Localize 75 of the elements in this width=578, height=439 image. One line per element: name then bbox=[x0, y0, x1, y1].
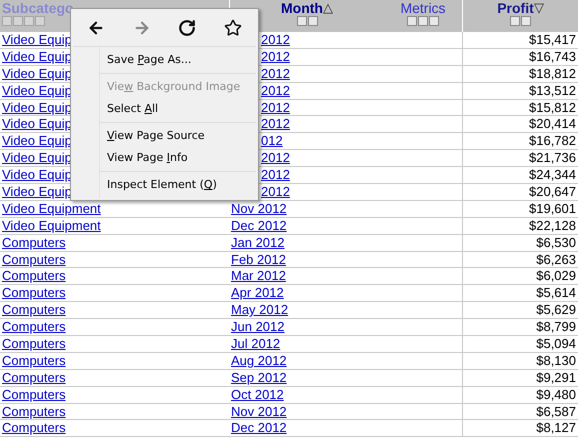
profit-value: $9,291 bbox=[536, 370, 576, 385]
profit-value: $6,263 bbox=[536, 252, 576, 267]
month-link[interactable]: Jun 2012 bbox=[231, 319, 284, 334]
profit-value: $20,414 bbox=[529, 116, 576, 132]
month-link[interactable]: Mar 2012 bbox=[231, 268, 286, 284]
sort-indicator[interactable]: ▽ bbox=[534, 0, 544, 16]
reload-icon[interactable] bbox=[178, 19, 196, 37]
profit-value: $16,743 bbox=[529, 48, 576, 64]
subcategory-link[interactable]: Computers bbox=[2, 370, 66, 385]
profit-value: $24,344 bbox=[529, 167, 576, 182]
month-link[interactable]: Dec 2012 bbox=[231, 420, 287, 436]
profit-value: $5,614 bbox=[536, 285, 576, 300]
month-link[interactable]: 2012 bbox=[261, 184, 290, 200]
month-link[interactable]: Nov 2012 bbox=[231, 404, 287, 419]
month-link[interactable]: 2012 bbox=[261, 100, 290, 115]
month-link[interactable]: 2012 bbox=[261, 48, 290, 64]
month-link[interactable]: Sep 2012 bbox=[231, 370, 287, 385]
column-label[interactable]: Month bbox=[281, 0, 323, 16]
profit-value: $6,587 bbox=[536, 404, 576, 419]
subcategory-link[interactable]: Computers bbox=[2, 386, 66, 402]
month-link[interactable]: Dec 2012 bbox=[231, 218, 287, 233]
star-icon[interactable] bbox=[224, 19, 242, 37]
month-link[interactable]: Aug 2012 bbox=[231, 352, 287, 368]
subcategory-link[interactable]: Video Equipment bbox=[2, 200, 101, 216]
profit-value: $8,130 bbox=[536, 352, 576, 368]
subcategory-link[interactable]: Computers bbox=[2, 336, 66, 352]
month-link[interactable]: 2012 bbox=[261, 150, 290, 166]
menu-item[interactable]: Select All bbox=[100, 98, 256, 120]
profit-value: $15,417 bbox=[529, 32, 576, 47]
profit-value: $15,812 bbox=[529, 100, 576, 115]
subcategory-link[interactable]: Computers bbox=[2, 420, 66, 436]
profit-value: $16,782 bbox=[529, 133, 576, 148]
profit-value: $21,736 bbox=[529, 150, 576, 166]
profit-value: $6,029 bbox=[536, 268, 576, 284]
subcategory-link[interactable]: Computers bbox=[2, 319, 66, 334]
profit-value: $8,127 bbox=[536, 420, 576, 436]
month-link[interactable]: Feb 2012 bbox=[231, 252, 286, 267]
month-link[interactable]: 2012 bbox=[261, 167, 290, 182]
subcategory-link[interactable]: Computers bbox=[2, 352, 66, 368]
back-icon[interactable] bbox=[86, 19, 105, 37]
column-label[interactable]: Metrics bbox=[400, 0, 446, 16]
profit-value: $8,799 bbox=[536, 319, 576, 334]
month-link[interactable]: 2012 bbox=[261, 82, 290, 98]
profit-value: $5,629 bbox=[536, 302, 576, 318]
subcategory-link[interactable]: Video Equipment bbox=[2, 218, 101, 233]
profit-value: $22,128 bbox=[529, 218, 576, 233]
month-link[interactable]: Jul 2012 bbox=[231, 336, 280, 352]
subcategory-link[interactable]: Computers bbox=[2, 285, 66, 300]
column-label[interactable]: Profit bbox=[497, 0, 534, 16]
month-link[interactable]: Nov 2012 bbox=[231, 200, 287, 216]
month-link[interactable]: 2012 bbox=[261, 116, 290, 132]
month-link[interactable]: Jan 2012 bbox=[231, 234, 284, 250]
month-link[interactable]: May 2012 bbox=[231, 302, 288, 318]
menu-item[interactable]: View Page Source bbox=[100, 125, 256, 147]
menu-item[interactable]: View Page Info bbox=[100, 147, 256, 169]
profit-value: $19,601 bbox=[529, 200, 576, 216]
month-link[interactable]: 2012 bbox=[261, 32, 290, 47]
month-link[interactable]: 2012 bbox=[261, 66, 290, 81]
menu-item[interactable]: Save Page As... bbox=[100, 49, 256, 71]
month-link[interactable]: 012 bbox=[261, 133, 283, 148]
subcategory-link[interactable]: Computers bbox=[2, 234, 66, 250]
profit-value: $5,094 bbox=[536, 336, 576, 352]
profit-value: $20,647 bbox=[529, 184, 576, 200]
month-link[interactable]: Apr 2012 bbox=[231, 285, 284, 300]
profit-value: $13,512 bbox=[529, 82, 576, 98]
sort-indicator[interactable]: △ bbox=[322, 0, 333, 16]
month-link[interactable]: Oct 2012 bbox=[231, 386, 284, 402]
menu-item[interactable]: Inspect Element (Q) bbox=[100, 174, 256, 196]
profit-value: $9,480 bbox=[536, 386, 576, 402]
subcategory-link[interactable]: Computers bbox=[2, 302, 66, 318]
subcategory-link[interactable]: Computers bbox=[2, 404, 66, 419]
subcategory-link[interactable]: Computers bbox=[2, 268, 66, 284]
profit-value: $6,530 bbox=[536, 234, 576, 250]
subcategory-link[interactable]: Computers bbox=[2, 252, 66, 267]
profit-value: $18,812 bbox=[529, 66, 576, 81]
